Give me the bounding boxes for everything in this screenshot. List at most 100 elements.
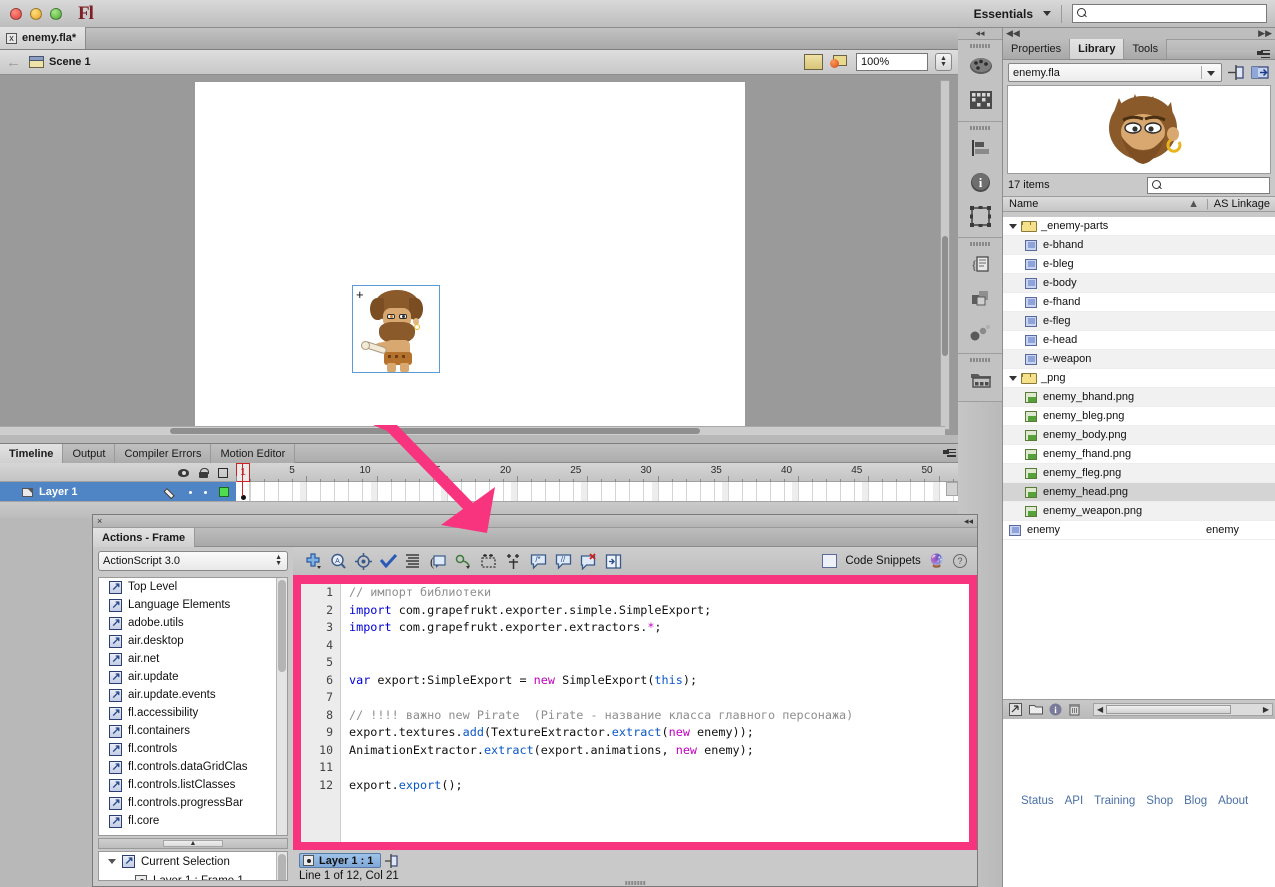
stage-vertical-scrollbar[interactable] — [940, 80, 950, 430]
toolbox-tree-item[interactable]: fl.accessibility — [99, 704, 287, 722]
collapse-selection-icon[interactable] — [476, 550, 501, 572]
scrollbar-thumb[interactable] — [1106, 705, 1231, 714]
frame-cell[interactable] — [924, 482, 926, 502]
panel-splitter[interactable]: ▲ — [98, 838, 288, 849]
frame-cell[interactable] — [713, 482, 715, 502]
find-replace-icon[interactable]: A — [326, 550, 351, 572]
current-selection-scrollbar[interactable] — [276, 852, 287, 880]
align-panel-icon[interactable] — [958, 131, 1003, 165]
pin-library-icon[interactable] — [1227, 64, 1246, 81]
library-list-item[interactable]: enemy enemy — [1003, 521, 1275, 540]
frame-cell[interactable] — [769, 482, 771, 502]
library-list-item[interactable]: enemy_fleg.png — [1003, 464, 1275, 483]
collapse-left-icon[interactable]: ◀◀ — [1006, 28, 1020, 39]
frame-cell[interactable] — [446, 482, 448, 502]
edit-scene-button[interactable] — [804, 54, 823, 70]
library-list-item[interactable]: e-bhand — [1003, 236, 1275, 255]
library-document-select[interactable]: enemy.fla — [1008, 63, 1222, 82]
window-controls[interactable] — [0, 7, 62, 20]
resize-grip[interactable] — [625, 881, 645, 885]
toolbox-tree-item[interactable]: air.update.events — [99, 686, 287, 704]
library-list-item[interactable]: e-bleg — [1003, 255, 1275, 274]
frame-cell[interactable] — [320, 482, 322, 502]
frame-cell[interactable] — [531, 482, 533, 502]
frame-cell[interactable] — [432, 482, 434, 502]
new-folder-icon[interactable] — [1029, 703, 1043, 716]
apply-line-comment-icon[interactable]: // — [551, 550, 576, 572]
frame-cell[interactable] — [910, 482, 912, 502]
info-panel-icon[interactable]: i — [958, 165, 1003, 199]
actions-panel-titlebar[interactable]: × ◂◂ — [93, 515, 977, 528]
frame-cell[interactable] — [783, 482, 785, 502]
frame-cell[interactable] — [460, 482, 462, 502]
footer-link-blog[interactable]: Blog — [1184, 795, 1207, 807]
frame-cell[interactable] — [559, 482, 561, 502]
help-icon[interactable]: ? — [953, 554, 967, 568]
frame-cell[interactable] — [517, 482, 518, 502]
show-hide-toolbox-icon[interactable] — [601, 550, 626, 572]
chevron-down-icon[interactable] — [1009, 223, 1017, 229]
project-panel-icon[interactable] — [958, 363, 1003, 397]
debug-options-icon[interactable] — [451, 550, 476, 572]
column-name[interactable]: Name — [1003, 198, 1038, 210]
drag-grip[interactable] — [958, 40, 1002, 49]
frame-cell[interactable] — [502, 482, 504, 502]
toolbox-tree-item[interactable]: Language Elements — [99, 596, 287, 614]
collapse-icon[interactable]: ◂◂ — [964, 516, 973, 527]
code-line[interactable]: export.export(); — [349, 777, 969, 795]
tree-vertical-scrollbar[interactable] — [276, 578, 287, 835]
frame-cell[interactable] — [376, 482, 378, 502]
scroll-left-icon[interactable]: ◀ — [1097, 705, 1103, 714]
enemy-instance-on-stage[interactable] — [352, 285, 440, 373]
toolbox-tree-item[interactable]: fl.containers — [99, 722, 287, 740]
add-item-icon[interactable] — [301, 550, 326, 572]
timeline-panel-menu-icon[interactable] — [940, 444, 958, 462]
footer-link-status[interactable]: Status — [1021, 795, 1054, 807]
toolbox-tree-item[interactable]: Top Level — [99, 578, 287, 596]
code-line[interactable] — [349, 689, 969, 707]
collapse-panels-icon[interactable]: ◂◂ — [958, 28, 1002, 40]
frame-cell[interactable] — [587, 482, 589, 502]
motion-presets-panel-icon[interactable] — [958, 315, 1003, 349]
toolbox-tree-item[interactable]: fl.core — [99, 812, 287, 830]
library-list-item[interactable]: e-fleg — [1003, 312, 1275, 331]
components-panel-icon[interactable] — [958, 281, 1003, 315]
eye-icon[interactable] — [178, 468, 189, 477]
frame-cell[interactable] — [882, 482, 884, 502]
library-panel-menu-icon[interactable] — [1257, 50, 1270, 59]
chevron-down-icon[interactable] — [1009, 375, 1017, 381]
footer-link-about[interactable]: About — [1218, 795, 1248, 807]
global-search-input[interactable] — [1072, 4, 1267, 23]
lock-toggle[interactable] — [204, 490, 207, 494]
document-tab-enemy-fla[interactable]: x enemy.fla* — [0, 27, 87, 49]
script-editor[interactable]: 1 2 3 4 5 6 7 8 9 10 11 12 // импорт библиотеки impo… — [293, 575, 977, 850]
sort-ascending-icon[interactable]: ▲ — [1188, 198, 1199, 210]
swatches-grid-icon[interactable] — [958, 83, 1003, 117]
tab-tools[interactable]: Tools — [1124, 39, 1168, 59]
toolbox-tree-item[interactable]: air.update — [99, 668, 287, 686]
zoom-level-input[interactable]: 100% — [856, 53, 928, 71]
toolbox-tree-item[interactable]: fl.controls.progressBar — [99, 794, 287, 812]
tab-library[interactable]: Library — [1070, 39, 1125, 59]
auto-format-icon[interactable] — [401, 550, 426, 572]
script-code-area[interactable]: // импорт библиотеки import com.grapefruk… — [341, 584, 969, 842]
chevron-down-icon[interactable] — [1043, 11, 1051, 16]
tab-timeline[interactable]: Timeline — [0, 444, 64, 463]
tab-motion-editor[interactable]: Motion Editor — [211, 444, 296, 463]
code-line[interactable]: import com.grapefrukt.exporter.simple.Si… — [349, 602, 969, 620]
drag-grip[interactable] — [958, 354, 1002, 363]
timeline-frames[interactable] — [236, 482, 958, 502]
code-snippets-panel-icon[interactable]: { — [958, 247, 1003, 281]
toolbox-tree-item[interactable]: fl.controls.dataGridClas — [99, 758, 287, 776]
frame-cell[interactable] — [629, 482, 631, 502]
frame-cell[interactable] — [755, 482, 757, 502]
footer-link-shop[interactable]: Shop — [1146, 795, 1173, 807]
show-code-hint-icon[interactable]: ( — [426, 550, 451, 572]
zoom-stepper[interactable]: ▲ ▼ — [935, 53, 952, 71]
current-selection-tree[interactable]: Current Selection Layer 1 : Frame 1 — [98, 851, 288, 881]
frame-cell[interactable] — [418, 482, 420, 502]
frame-cell[interactable] — [798, 482, 799, 502]
frame-cell[interactable] — [404, 482, 406, 502]
toolbox-tree-item[interactable]: fl.controls.listClasses — [99, 776, 287, 794]
edit-symbols-button[interactable] — [830, 54, 849, 70]
